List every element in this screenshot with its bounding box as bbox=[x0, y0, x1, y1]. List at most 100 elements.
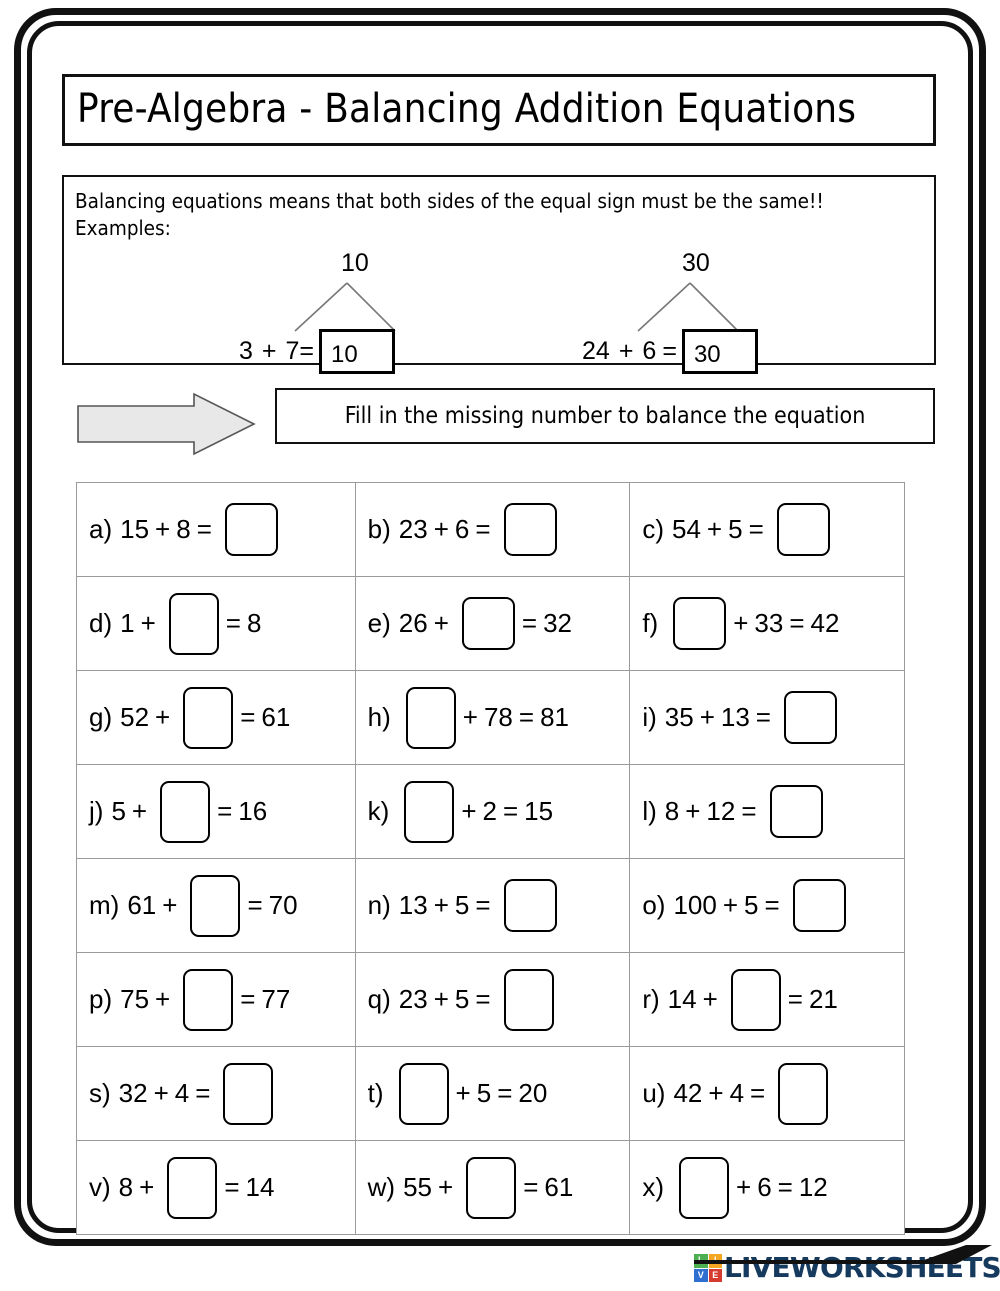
answer-input-s[interactable] bbox=[223, 1062, 274, 1125]
example-1-addend-2: 7 bbox=[285, 337, 300, 365]
equation-token: 8 bbox=[664, 796, 680, 826]
equation-token: 8 bbox=[246, 608, 262, 638]
exercise-label: q) bbox=[367, 984, 391, 1014]
equation-token: = bbox=[240, 984, 256, 1014]
equation-token: + bbox=[708, 1078, 724, 1108]
liveworksheets-wordmark: LIVEWORKSHEETS bbox=[724, 1251, 1000, 1284]
answer-input-v[interactable] bbox=[167, 1156, 218, 1219]
exercise-label: g) bbox=[89, 702, 113, 732]
exercise-label: j) bbox=[89, 796, 104, 826]
equation-token: 35 bbox=[664, 702, 694, 732]
equation-token: 15 bbox=[524, 796, 554, 826]
answer-input-e[interactable] bbox=[461, 597, 515, 650]
equation-token: 8 bbox=[118, 1172, 134, 1202]
answer-input-x[interactable] bbox=[679, 1156, 729, 1219]
equation-token: + bbox=[699, 702, 715, 732]
exercise-grid: a) 15 +8 = b) 23 +6 = c) 54 +5 = d) 1 + = 8 e) 26 + = 32 f) +33… bbox=[76, 482, 905, 1235]
equation-token: 23 bbox=[398, 984, 428, 1014]
answer-input-d[interactable] bbox=[168, 592, 219, 655]
equation-token: + bbox=[162, 890, 178, 920]
equation-token: 14 bbox=[667, 984, 697, 1014]
equation-token: = bbox=[748, 514, 764, 544]
equation-token: + bbox=[706, 514, 723, 544]
equation-token: 81 bbox=[540, 702, 569, 732]
example-2-equation: 24 + 6 = 30 bbox=[582, 329, 758, 374]
intro-line-2: Examples: bbox=[75, 216, 171, 240]
example-1-addend-1: 3 bbox=[239, 337, 253, 365]
equation-token: 5 bbox=[476, 1078, 492, 1108]
equation-token: = bbox=[196, 514, 212, 544]
exercise-cell-n: n) 13 +5 = bbox=[355, 859, 631, 953]
equation-token: = bbox=[741, 796, 757, 826]
answer-input-j[interactable] bbox=[160, 780, 211, 843]
answer-input-m[interactable] bbox=[190, 874, 241, 937]
equation-token: + bbox=[139, 1172, 155, 1202]
answer-input-n[interactable] bbox=[503, 879, 557, 932]
equation-v: v) 8 + = 14 bbox=[89, 1156, 280, 1219]
exercise-cell-d: d) 1 + = 8 bbox=[77, 577, 356, 671]
exercise-cell-r: r) 14 + = 21 bbox=[630, 953, 905, 1047]
answer-input-u[interactable] bbox=[778, 1062, 829, 1125]
exercise-cell-f: f) +33 = 42 bbox=[630, 577, 905, 671]
equation-token: 54 bbox=[672, 514, 701, 544]
equation-token: = bbox=[750, 1078, 766, 1108]
equation-token: 2 bbox=[482, 796, 497, 826]
answer-input-k[interactable] bbox=[404, 780, 455, 843]
equation-token: + bbox=[155, 702, 171, 732]
answer-input-t[interactable] bbox=[398, 1062, 449, 1125]
exercise-label: h) bbox=[367, 702, 391, 732]
equation-token: + bbox=[702, 984, 718, 1014]
answer-input-p[interactable] bbox=[183, 968, 234, 1031]
equation-token: 14 bbox=[245, 1172, 275, 1202]
answer-input-q[interactable] bbox=[503, 968, 554, 1031]
answer-input-l[interactable] bbox=[769, 785, 823, 838]
answer-input-g[interactable] bbox=[183, 686, 234, 749]
exercise-row: a) 15 +8 = b) 23 +6 = c) 54 +5 = bbox=[77, 483, 905, 577]
equation-token: = bbox=[518, 702, 535, 732]
exercise-cell-p: p) 75 + = 77 bbox=[77, 953, 356, 1047]
equation-j: j) 5 + = 16 bbox=[89, 780, 273, 843]
answer-input-b[interactable] bbox=[503, 503, 557, 556]
answer-input-c[interactable] bbox=[776, 503, 830, 556]
answer-input-o[interactable] bbox=[792, 879, 846, 932]
answer-input-i[interactable] bbox=[783, 691, 837, 744]
equation-token: = bbox=[225, 608, 241, 638]
equation-token: 4 bbox=[174, 1078, 190, 1108]
answer-input-r[interactable] bbox=[730, 968, 781, 1031]
exercise-label: w) bbox=[367, 1172, 396, 1202]
equation-token: 32 bbox=[118, 1078, 148, 1108]
exercise-cell-m: m) 61 + = 70 bbox=[77, 859, 356, 953]
equation-token: 61 bbox=[544, 1172, 574, 1202]
equation-n: n) 13 +5 = bbox=[368, 879, 564, 932]
equation-token: 15 bbox=[120, 514, 150, 544]
example-2: 30 24 + 6 = 30 bbox=[582, 249, 902, 374]
example-1-tree-lines bbox=[294, 282, 396, 332]
equation-token: = bbox=[217, 796, 233, 826]
equation-token: = bbox=[521, 608, 538, 638]
example-2-addend-1: 24 bbox=[582, 337, 610, 365]
answer-input-w[interactable] bbox=[466, 1156, 517, 1219]
exercise-label: f) bbox=[642, 608, 659, 638]
equation-token: 26 bbox=[398, 608, 428, 638]
equation-token: 6 bbox=[454, 514, 470, 544]
equation-token: 23 bbox=[398, 514, 428, 544]
equation-token: = bbox=[777, 1172, 793, 1202]
equation-token: + bbox=[438, 1172, 454, 1202]
equation-token: 13 bbox=[720, 702, 750, 732]
answer-input-a[interactable] bbox=[224, 503, 278, 556]
equation-w: w) 55 + = 61 bbox=[367, 1156, 580, 1219]
equation-token: = bbox=[475, 514, 491, 544]
answer-input-f[interactable] bbox=[673, 597, 727, 650]
equation-token: 5 bbox=[728, 514, 743, 544]
exercise-row: g) 52 + = 61 h) +78 = 81 i) 35 +13 = bbox=[77, 671, 905, 765]
equation-token: 1 bbox=[120, 608, 135, 638]
equation-token: = bbox=[502, 796, 519, 826]
exercise-label: a) bbox=[89, 514, 113, 544]
equation-a: a) 15 +8 = bbox=[89, 503, 285, 556]
exercise-cell-u: u) 42 +4 = bbox=[630, 1047, 905, 1141]
exercise-cell-i: i) 35 +13 = bbox=[630, 671, 905, 765]
equation-token: 5 bbox=[454, 890, 470, 920]
equation-token: + bbox=[685, 796, 701, 826]
answer-input-h[interactable] bbox=[405, 686, 456, 749]
equation-token: 12 bbox=[798, 1172, 828, 1202]
